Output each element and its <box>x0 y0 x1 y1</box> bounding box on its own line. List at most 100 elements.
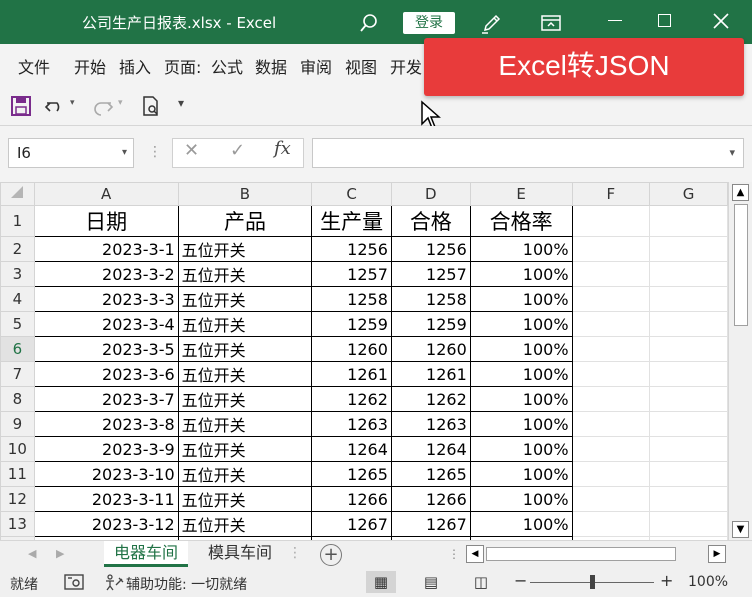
grid-cell[interactable] <box>571 461 651 487</box>
cell-product[interactable]: 五位开关 <box>177 286 313 312</box>
cell-pass-rate[interactable]: 100% <box>469 511 573 537</box>
grid-cell[interactable] <box>649 461 728 487</box>
row-header[interactable]: 4 <box>0 286 35 312</box>
column-header-g[interactable]: G <box>649 182 728 206</box>
zoom-out-button[interactable]: − <box>514 571 527 590</box>
cell-date[interactable]: 2023-3-1 <box>33 236 179 262</box>
cell-product[interactable]: 五位开关 <box>177 336 313 362</box>
column-header-d[interactable]: D <box>390 182 471 206</box>
cell-pass-rate[interactable]: 100% <box>469 486 573 512</box>
cell-product[interactable]: 五位开关 <box>177 311 313 337</box>
cell-quantity[interactable]: 1258 <box>311 286 392 312</box>
cell-passed[interactable]: 1263 <box>390 411 471 437</box>
cell-pass-rate[interactable]: 100% <box>469 311 573 337</box>
scroll-right-icon[interactable]: ▶ <box>708 545 726 563</box>
search-icon[interactable] <box>358 12 380 34</box>
cell-passed[interactable]: 1264 <box>390 436 471 462</box>
cell-passed[interactable]: 1261 <box>390 361 471 387</box>
maximize-icon[interactable] <box>658 14 671 27</box>
grid-cell[interactable] <box>571 236 651 262</box>
cell-date[interactable]: 2023-3-6 <box>33 361 179 387</box>
grid-cell[interactable] <box>649 236 728 262</box>
cell-pass-rate[interactable]: 100% <box>469 336 573 362</box>
status-accessibility[interactable]: 辅助功能: 一切就绪 <box>126 574 247 594</box>
grid-cell[interactable] <box>571 261 651 287</box>
grid-cell[interactable] <box>649 386 728 412</box>
grid-cell[interactable] <box>649 311 728 337</box>
pen-icon[interactable] <box>480 11 504 35</box>
cell-pass-rate[interactable]: 100% <box>469 261 573 287</box>
cell-date[interactable]: 2023-3-8 <box>33 411 179 437</box>
row-header[interactable]: 1 <box>0 205 35 237</box>
redo-dropdown-icon[interactable]: ▾ <box>118 98 123 108</box>
add-sheet-icon[interactable]: + <box>320 544 342 566</box>
formula-input[interactable]: ▾ <box>312 138 744 168</box>
tab-split-grip-icon[interactable]: ⋮ <box>448 547 460 561</box>
sheet-tab-electrical[interactable]: 电器车间 <box>104 541 189 567</box>
save-icon[interactable] <box>10 95 32 117</box>
scroll-left-icon[interactable]: ◀ <box>466 545 484 563</box>
cell-quantity[interactable]: 1263 <box>311 411 392 437</box>
formula-bar-grip-icon[interactable]: ⋮ <box>148 144 162 160</box>
vertical-scroll-thumb[interactable] <box>734 204 748 326</box>
scroll-up-icon[interactable]: ▲ <box>732 184 749 201</box>
header-cell-pass-rate[interactable]: 合格率 <box>469 205 573 237</box>
cell-quantity[interactable]: 1261 <box>311 361 392 387</box>
cell-date[interactable]: 2023-3-4 <box>33 311 179 337</box>
tab-developer[interactable]: 开发 <box>390 54 422 78</box>
grid-cell[interactable] <box>571 386 651 412</box>
cell-quantity[interactable]: 1267 <box>311 511 392 537</box>
cell-product[interactable]: 五位开关 <box>177 411 313 437</box>
horizontal-scrollbar[interactable]: ◀ ▶ <box>466 545 726 565</box>
column-header-b[interactable]: B <box>177 182 313 206</box>
minimize-icon[interactable] <box>608 20 622 21</box>
cell-passed[interactable]: 1258 <box>390 286 471 312</box>
column-header-f[interactable]: F <box>571 182 651 206</box>
tab-formulas[interactable]: 公式 <box>211 54 243 78</box>
cell-product[interactable]: 五位开关 <box>177 261 313 287</box>
cell-date[interactable]: 2023-3-11 <box>33 486 179 512</box>
grid-cell[interactable] <box>649 286 728 312</box>
header-cell-quantity[interactable]: 生产量 <box>311 205 392 237</box>
cell-date[interactable]: 2023-3-2 <box>33 261 179 287</box>
cell-product[interactable]: 五位开关 <box>177 436 313 462</box>
tab-data[interactable]: 数据 <box>255 54 287 78</box>
grid-cell[interactable] <box>571 411 651 437</box>
tab-file[interactable]: 文件 <box>18 54 50 78</box>
row-header[interactable]: 11 <box>0 461 35 487</box>
header-cell-passed[interactable]: 合格 <box>390 205 471 237</box>
cell-pass-rate[interactable]: 100% <box>469 386 573 412</box>
grid-cell[interactable] <box>571 511 651 537</box>
cell-date[interactable]: 2023-3-3 <box>33 286 179 312</box>
print-preview-icon[interactable] <box>140 95 162 117</box>
worksheet-grid[interactable]: A B C D E F G 1 日期 产品 生产量 合格 合格率 2 2023-… <box>0 182 728 540</box>
page-break-icon[interactable]: ◫ <box>466 571 496 593</box>
expand-formula-bar-icon[interactable]: ▾ <box>729 146 735 159</box>
cell-quantity[interactable]: 1265 <box>311 461 392 487</box>
close-icon[interactable] <box>712 12 730 30</box>
cell-date[interactable]: 2023-3-12 <box>33 511 179 537</box>
zoom-level[interactable]: 100% <box>688 574 728 590</box>
page-layout-icon[interactable]: ▤ <box>416 571 446 593</box>
sheet-prev-icon[interactable]: ◀ <box>28 547 36 560</box>
grid-cell[interactable] <box>649 361 728 387</box>
cell-date[interactable]: 2023-3-10 <box>33 461 179 487</box>
undo-icon[interactable] <box>44 95 66 117</box>
grid-cell[interactable] <box>571 311 651 337</box>
zoom-slider-thumb[interactable] <box>590 575 595 589</box>
cell-passed[interactable]: 1257 <box>390 261 471 287</box>
excel-to-json-button[interactable]: Excel转JSON <box>424 38 744 96</box>
cell-passed[interactable]: 1260 <box>390 336 471 362</box>
cell-pass-rate[interactable]: 100% <box>469 236 573 262</box>
cell-pass-rate[interactable]: 100% <box>469 436 573 462</box>
row-header[interactable]: 6 <box>0 336 35 362</box>
cell-quantity[interactable]: 1262 <box>311 386 392 412</box>
grid-cell[interactable] <box>649 486 728 512</box>
zoom-in-button[interactable]: + <box>660 571 673 590</box>
sheet-next-icon[interactable]: ▶ <box>56 547 64 560</box>
grid-cell[interactable] <box>649 336 728 362</box>
redo-icon[interactable] <box>92 95 114 117</box>
row-header[interactable]: 9 <box>0 411 35 437</box>
cell-passed[interactable]: 1262 <box>390 386 471 412</box>
row-header[interactable]: 13 <box>0 511 35 537</box>
